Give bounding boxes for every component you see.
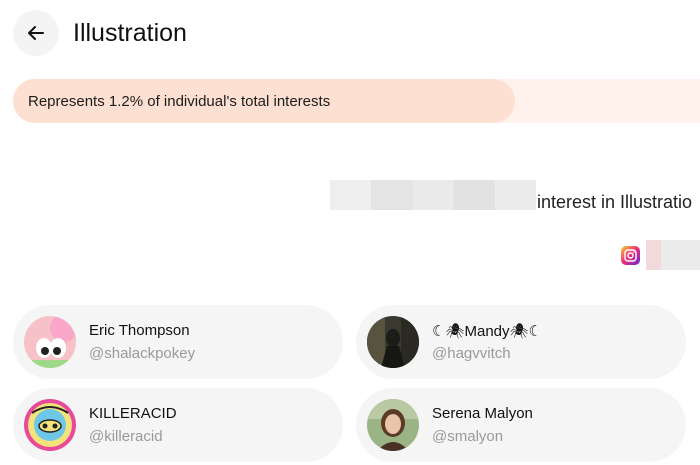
avatar bbox=[367, 316, 419, 368]
instagram-icon bbox=[621, 246, 640, 265]
redacted-text-block bbox=[330, 180, 536, 210]
redacted-account-block bbox=[646, 240, 700, 270]
avatar bbox=[24, 399, 76, 451]
avatar bbox=[367, 399, 419, 451]
page-title: Illustration bbox=[73, 19, 187, 47]
profile-name: KILLERACID bbox=[89, 405, 177, 422]
profile-handle: @smalyon bbox=[432, 428, 504, 445]
profile-name: Eric Thompson bbox=[89, 322, 190, 339]
profile-card[interactable]: Serena Malyon @smalyon bbox=[356, 388, 686, 462]
interest-description: interest in Illustratio bbox=[537, 192, 693, 212]
avatar bbox=[24, 316, 76, 368]
arrow-left-icon bbox=[28, 26, 44, 40]
profile-name: Serena Malyon bbox=[432, 405, 533, 422]
back-button[interactable] bbox=[13, 10, 59, 56]
profile-card[interactable]: KILLERACID @killeracid bbox=[13, 388, 343, 462]
profile-card[interactable]: ☾🕷Mandy🕷☾ @hagvvitch bbox=[356, 305, 686, 379]
profile-handle: @killeracid bbox=[89, 428, 163, 445]
profile-name: ☾🕷Mandy🕷☾ bbox=[432, 323, 543, 340]
interest-share-text: Represents 1.2% of individual's total in… bbox=[28, 92, 331, 110]
interest-share-bar: Represents 1.2% of individual's total in… bbox=[13, 79, 515, 123]
profile-handle: @shalackpokey bbox=[89, 345, 196, 362]
profile-handle: @hagvvitch bbox=[432, 345, 511, 362]
profile-card[interactable]: Eric Thompson @shalackpokey bbox=[13, 305, 343, 379]
